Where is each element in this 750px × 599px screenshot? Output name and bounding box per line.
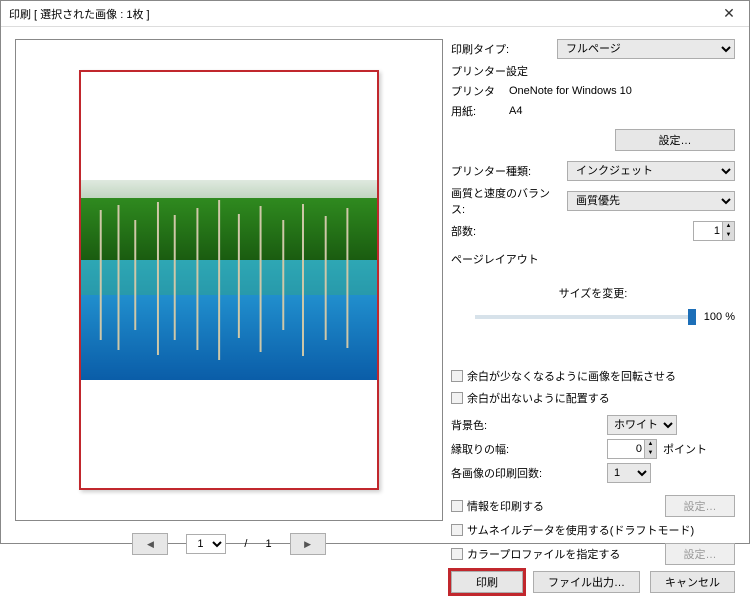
per-image-copies-label: 各画像の印刷回数: <box>451 465 601 481</box>
preview-page <box>79 70 379 490</box>
use-thumbnail-checkbox[interactable] <box>451 524 463 536</box>
page-sep: / <box>244 538 247 550</box>
page-layout-heading: ページレイアウト <box>451 251 539 267</box>
bgcolor-label: 背景色: <box>451 417 601 433</box>
close-icon: ✕ <box>723 5 735 22</box>
size-slider[interactable] <box>475 315 696 319</box>
printer-kind-select[interactable]: インクジェット <box>567 161 735 181</box>
border-width-spinner[interactable]: ▲▼ <box>644 440 656 458</box>
dialog-footer: 印刷 ファイル出力… キャンセル <box>1 571 749 599</box>
copies-spinner[interactable]: ▲▼ <box>722 222 734 240</box>
color-profile-checkbox[interactable] <box>451 548 463 560</box>
rotate-checkbox[interactable] <box>451 370 463 382</box>
slider-thumb[interactable] <box>688 309 696 325</box>
use-thumbnail-label: サムネイルデータを使用する(ドラフトモード) <box>467 522 694 538</box>
printer-label: プリンタ <box>451 83 503 99</box>
quality-select[interactable]: 画質優先 <box>567 191 735 211</box>
close-button[interactable]: ✕ <box>709 1 749 27</box>
page-total: 1 <box>265 538 271 550</box>
next-page-button[interactable]: ▶ <box>290 533 326 555</box>
bgcolor-select[interactable]: ホワイト <box>607 415 677 435</box>
pager: ◀ 1 / 1 ▶ <box>15 523 443 565</box>
print-info-settings-button[interactable]: 設定… <box>665 495 735 517</box>
size-value: 100 % <box>704 311 735 323</box>
printer-settings-heading: プリンター設定 <box>451 63 528 79</box>
color-profile-settings-button[interactable]: 設定… <box>665 543 735 565</box>
triangle-right-icon: ▶ <box>304 539 311 550</box>
page-number-select[interactable]: 1 <box>186 534 226 554</box>
preview-frame <box>15 39 443 521</box>
point-unit-label: ポイント <box>663 441 707 457</box>
printer-name: OneNote for Windows 10 <box>509 85 632 97</box>
print-dialog: 印刷 [ 選択された画像 : 1枚 ] ✕ <box>0 0 750 544</box>
printer-settings-button[interactable]: 設定… <box>615 129 735 151</box>
preview-pane: ◀ 1 / 1 ▶ <box>15 39 443 565</box>
border-width-label: 縁取りの幅: <box>451 441 601 457</box>
triangle-left-icon: ◀ <box>147 539 154 550</box>
rotate-checkbox-label: 余白が少なくなるように画像を回転させる <box>467 368 676 384</box>
per-image-copies-select[interactable]: 1 <box>607 463 651 483</box>
resize-label: サイズを変更: <box>559 285 628 301</box>
tile-checkbox[interactable] <box>451 392 463 404</box>
print-type-label: 印刷タイプ: <box>451 41 551 57</box>
settings-pane: 印刷タイプ: フルページ プリンター設定 プリンタ OneNote for Wi… <box>451 39 735 565</box>
print-type-select[interactable]: フルページ <box>557 39 735 59</box>
titlebar: 印刷 [ 選択された画像 : 1枚 ] ✕ <box>1 1 749 27</box>
tile-checkbox-label: 余白が出ないように配置する <box>467 390 610 406</box>
file-output-button[interactable]: ファイル出力… <box>533 571 640 593</box>
prev-page-button[interactable]: ◀ <box>132 533 168 555</box>
dialog-body: ◀ 1 / 1 ▶ 印刷タイプ: フルページ プリンター設定 <box>1 27 749 571</box>
window-title: 印刷 [ 選択された画像 : 1枚 ] <box>9 6 150 22</box>
cancel-button[interactable]: キャンセル <box>650 571 735 593</box>
paper-label: 用紙: <box>451 103 503 119</box>
print-info-label: 情報を印刷する <box>467 498 544 514</box>
preview-image <box>81 180 377 380</box>
color-profile-label: カラープロファイルを指定する <box>467 546 620 562</box>
paper-value: A4 <box>509 105 522 117</box>
print-info-checkbox[interactable] <box>451 500 463 512</box>
printer-kind-label: プリンター種類: <box>451 163 561 179</box>
print-button[interactable]: 印刷 <box>451 571 523 593</box>
quality-label: 画質と速度のバランス: <box>451 185 561 217</box>
copies-label: 部数: <box>451 223 561 239</box>
